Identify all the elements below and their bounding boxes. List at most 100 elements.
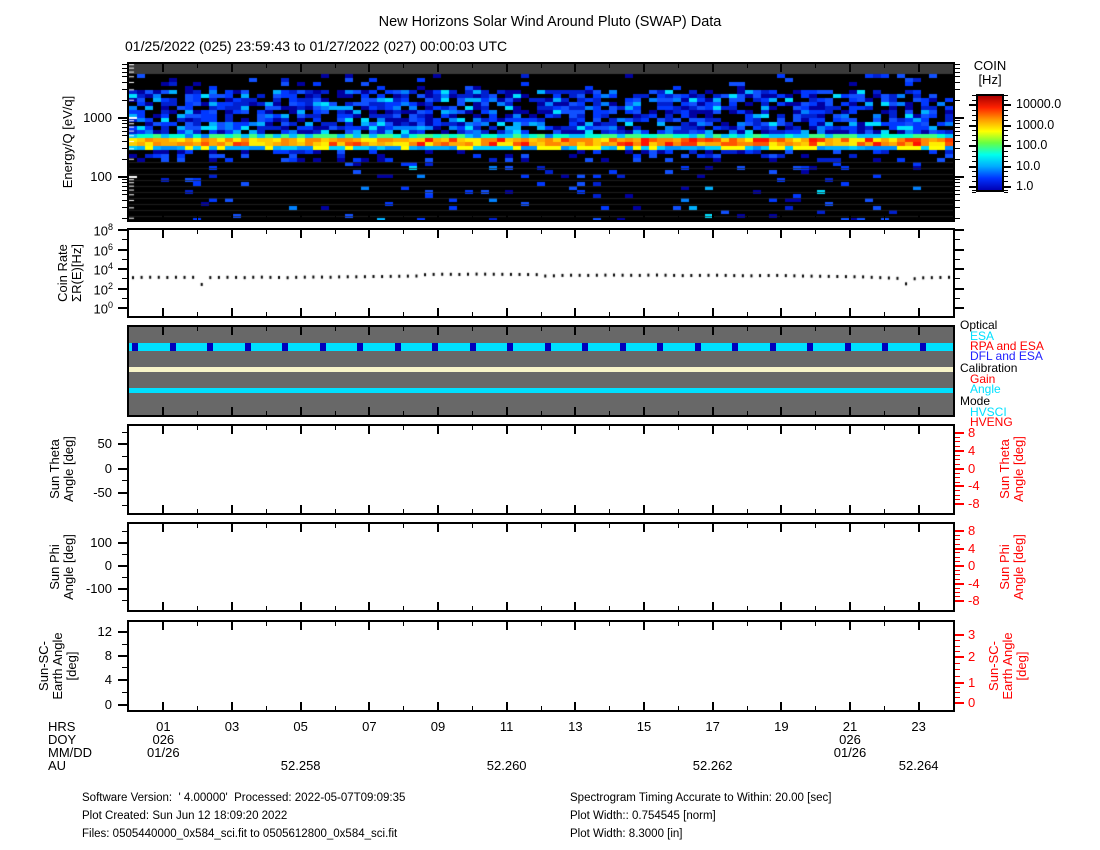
axis-tick (643, 602, 645, 610)
axis-tick (677, 606, 679, 610)
axis-tick (711, 702, 714, 710)
axis-tick (955, 239, 960, 241)
axis-tick (122, 504, 127, 506)
axis-tick (122, 455, 127, 457)
status-bar-square (807, 343, 813, 351)
axis-tick (969, 104, 976, 106)
status-bar-optical-esa (129, 343, 953, 351)
footer-plot-width-norm: Plot Width:: 0.754545 [norm] (570, 810, 716, 822)
axis-tick (955, 561, 960, 563)
axis-tick (368, 505, 371, 513)
axis-tick (917, 64, 920, 72)
time-axis-value: 52.260 (486, 758, 527, 773)
axis-tick (815, 509, 817, 513)
axis-tick (955, 565, 964, 568)
axis-tick (334, 622, 336, 626)
energy-tick-label: 100 (90, 169, 112, 184)
axis-tick (122, 89, 127, 91)
axis-tick (849, 426, 851, 434)
axis-tick (471, 622, 473, 626)
axis-tick (955, 692, 960, 694)
colorbar-tick-label: 10000.0 (1016, 97, 1062, 111)
sun-phi-right-ylabel: Sun Phi Angle [deg] (997, 534, 1026, 600)
energy-tick-label: 1000 (83, 110, 112, 125)
colorbar-tick-label: 1.0 (1016, 179, 1034, 193)
axis-tick (815, 64, 817, 68)
axis-tick (955, 467, 964, 470)
axis-tick (334, 64, 336, 68)
axis-tick (955, 449, 964, 452)
axis-tick (955, 651, 960, 653)
status-bar-square (319, 343, 326, 351)
axis-tick (849, 308, 851, 316)
axis-tick (574, 64, 577, 72)
axis-tick (122, 64, 127, 66)
axis-tick (972, 181, 976, 183)
axis-tick (1004, 140, 1008, 142)
time-axis-value: 03 (224, 719, 240, 734)
coin-rate-tick-label: 100 (93, 300, 113, 317)
angle-right-tick-label: -4 (968, 575, 980, 591)
axis-tick (437, 622, 439, 630)
axis-tick (1004, 160, 1008, 162)
axis-tick (574, 505, 577, 513)
axis-tick (403, 64, 405, 68)
axis-tick (540, 524, 542, 528)
axis-tick (609, 411, 611, 415)
axis-tick (334, 426, 336, 430)
axis-tick (299, 212, 302, 220)
axis-tick (815, 622, 817, 626)
axis-tick (849, 212, 851, 220)
axis-tick (643, 308, 645, 316)
axis-tick (437, 407, 439, 415)
axis-tick (780, 64, 783, 72)
axis-tick (815, 524, 817, 528)
axis-tick (162, 407, 165, 415)
axis-tick (972, 160, 976, 162)
axis-tick (122, 126, 127, 128)
swap-plot-figure: New Horizons Solar Wind Around Pluto (SW… (0, 0, 1100, 850)
axis-tick (955, 640, 960, 642)
axis-tick (471, 606, 473, 610)
axis-tick (746, 230, 748, 234)
axis-tick (711, 407, 714, 415)
axis-tick (746, 327, 748, 331)
axis-tick (118, 307, 127, 309)
axis-tick (540, 230, 542, 234)
axis-tick (711, 524, 714, 532)
axis-tick (403, 327, 405, 331)
coin-rate-panel (127, 228, 955, 318)
axis-tick (368, 602, 371, 610)
axis-tick (955, 634, 964, 637)
angle-right-tick-label: -8 (968, 593, 980, 609)
axis-tick (711, 622, 714, 630)
axis-tick (162, 622, 165, 630)
axis-tick (955, 140, 960, 142)
axis-tick (1004, 150, 1008, 152)
axis-tick (118, 467, 127, 470)
status-bar-square (882, 343, 888, 351)
axis-tick (231, 702, 233, 710)
time-axis-value: 07 (362, 719, 377, 734)
footer-timing-accuracy: Spectrogram Timing Accurate to Within: 2… (570, 792, 832, 804)
axis-tick (609, 230, 611, 234)
axis-tick (849, 407, 851, 415)
axis-tick (883, 327, 885, 331)
axis-tick (1004, 155, 1008, 157)
axis-tick (437, 230, 439, 238)
axis-tick (162, 602, 165, 610)
status-bar-square (694, 343, 701, 351)
status-bar-square (657, 343, 663, 351)
axis-tick (334, 524, 336, 528)
footer-plot-created: Plot Created: Sun Jun 12 18:09:20 2022 (82, 810, 288, 822)
axis-tick (574, 702, 577, 710)
axis-tick (955, 701, 964, 704)
axis-tick (197, 64, 199, 68)
axis-tick (118, 176, 127, 178)
axis-tick (162, 426, 165, 434)
axis-tick (122, 140, 127, 142)
time-axis-value: 09 (430, 719, 446, 734)
axis-tick (231, 212, 233, 220)
spectrogram-canvas (129, 64, 953, 220)
axis-tick (955, 459, 960, 461)
